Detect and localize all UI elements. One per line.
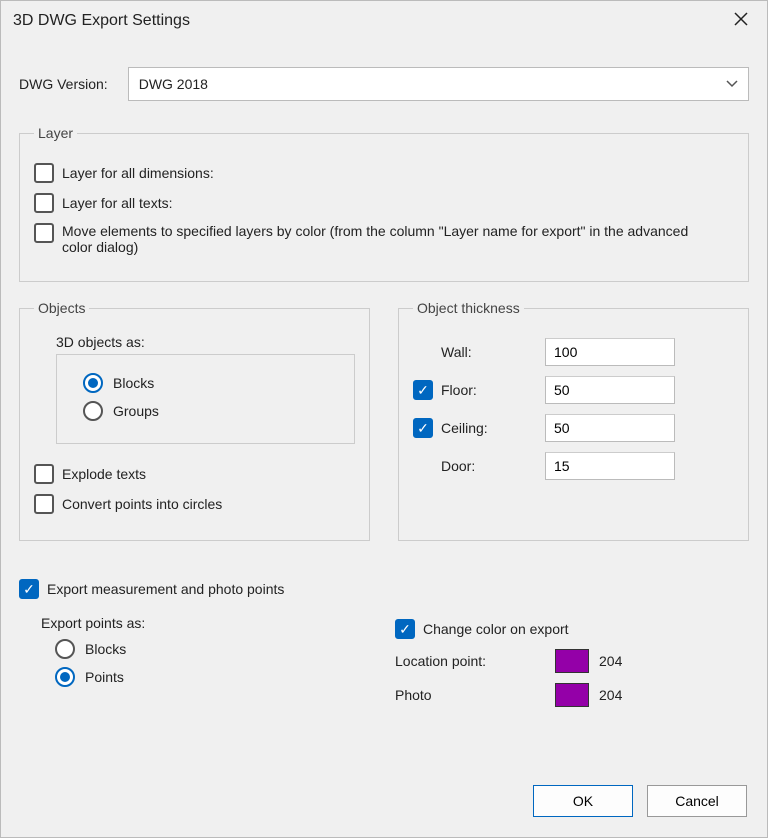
change-color-label: Change color on export xyxy=(423,621,569,637)
ceiling-checkbox[interactable] xyxy=(413,418,433,438)
explode-texts-label: Explode texts xyxy=(62,466,146,482)
location-color-value: 204 xyxy=(599,653,622,669)
points-points-radio[interactable] xyxy=(55,667,75,687)
floor-checkbox[interactable] xyxy=(413,380,433,400)
points-as-label: Export points as: xyxy=(41,615,359,631)
wall-label: Wall: xyxy=(441,344,472,360)
objects-groups-radio[interactable] xyxy=(83,401,103,421)
layer-move-by-color-checkbox[interactable] xyxy=(34,223,54,243)
objects-legend: Objects xyxy=(34,300,89,316)
version-row: DWG Version: DWG 2018 xyxy=(19,67,749,101)
version-selected: DWG 2018 xyxy=(139,76,208,92)
window-title: 3D DWG Export Settings xyxy=(13,12,190,30)
cancel-button[interactable]: Cancel xyxy=(647,785,747,817)
floor-input[interactable] xyxy=(545,376,675,404)
thickness-group: Object thickness Wall: Floor: xyxy=(398,300,749,541)
close-icon xyxy=(734,12,748,31)
layer-group: Layer Layer for all dimensions: Layer fo… xyxy=(19,125,749,282)
titlebar: 3D DWG Export Settings xyxy=(1,1,767,43)
layer-legend: Layer xyxy=(34,125,77,141)
dialog-footer: OK Cancel xyxy=(1,769,767,837)
wall-input[interactable] xyxy=(545,338,675,366)
dialog-content: DWG Version: DWG 2018 Layer Layer for al… xyxy=(1,43,767,769)
objects-groups-label: Groups xyxy=(113,403,159,419)
points-section: Export measurement and photo points Expo… xyxy=(19,569,749,717)
ok-button[interactable]: OK xyxy=(533,785,633,817)
layer-all-dimensions-checkbox[interactable] xyxy=(34,163,54,183)
photo-label: Photo xyxy=(395,687,545,703)
change-color-checkbox[interactable] xyxy=(395,619,415,639)
version-select[interactable]: DWG 2018 xyxy=(128,67,749,101)
door-input[interactable] xyxy=(545,452,675,480)
objects-radio-group: Blocks Groups xyxy=(56,354,355,444)
location-point-label: Location point: xyxy=(395,653,545,669)
convert-points-checkbox[interactable] xyxy=(34,494,54,514)
layer-all-dimensions-label: Layer for all dimensions: xyxy=(62,165,214,181)
close-button[interactable] xyxy=(725,7,757,35)
ceiling-input[interactable] xyxy=(545,414,675,442)
version-label: DWG Version: xyxy=(19,76,108,92)
layer-all-texts-checkbox[interactable] xyxy=(34,193,54,213)
convert-points-label: Convert points into circles xyxy=(62,496,222,512)
layer-all-texts-label: Layer for all texts: xyxy=(62,195,173,211)
dialog-window: 3D DWG Export Settings DWG Version: DWG … xyxy=(0,0,768,838)
photo-color-value: 204 xyxy=(599,687,622,703)
export-points-label: Export measurement and photo points xyxy=(47,581,284,597)
export-points-checkbox[interactable] xyxy=(19,579,39,599)
explode-texts-checkbox[interactable] xyxy=(34,464,54,484)
layer-move-by-color-label: Move elements to specified layers by col… xyxy=(62,223,702,255)
objects-as-label: 3D objects as: xyxy=(56,334,355,350)
points-points-label: Points xyxy=(85,669,124,685)
ceiling-label: Ceiling: xyxy=(441,420,488,436)
objects-blocks-label: Blocks xyxy=(113,375,154,391)
chevron-down-icon xyxy=(726,77,738,91)
points-blocks-label: Blocks xyxy=(85,641,126,657)
floor-label: Floor: xyxy=(441,382,477,398)
objects-blocks-radio[interactable] xyxy=(83,373,103,393)
objects-thickness-row: Objects 3D objects as: Blocks Groups Exp… xyxy=(19,300,749,559)
points-blocks-radio[interactable] xyxy=(55,639,75,659)
location-color-swatch[interactable] xyxy=(555,649,589,673)
door-label: Door: xyxy=(441,458,475,474)
thickness-legend: Object thickness xyxy=(413,300,524,316)
objects-group: Objects 3D objects as: Blocks Groups Exp… xyxy=(19,300,370,541)
photo-color-swatch[interactable] xyxy=(555,683,589,707)
